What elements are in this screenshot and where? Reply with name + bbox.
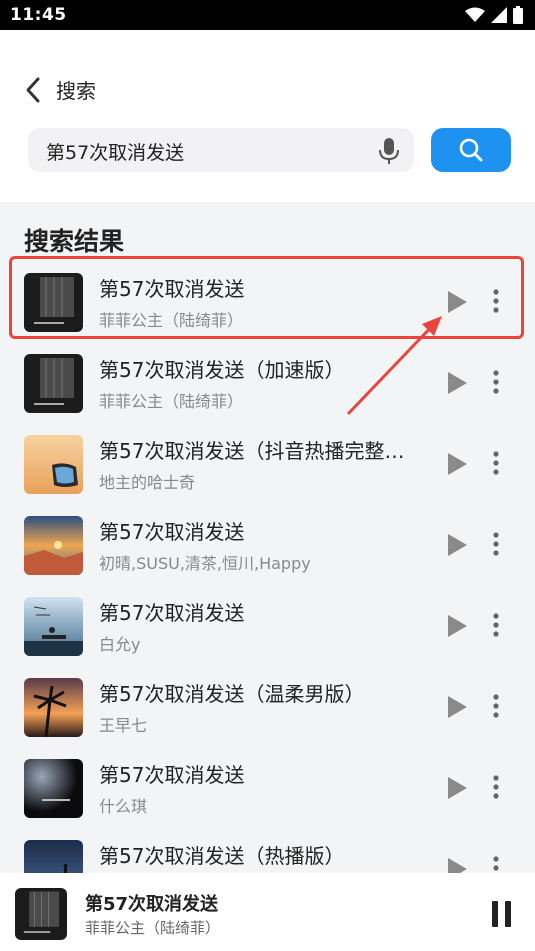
play-icon [448, 777, 467, 799]
song-row[interactable]: 第57次取消发送 初晴,SUSU,清茶,恒川,Happy [0, 509, 535, 590]
play-icon [448, 696, 467, 718]
more-vertical-icon [493, 451, 499, 475]
song-artist: 什么琪 [99, 797, 148, 816]
song-title: 第57次取消发送（抖音热播完整… [99, 439, 405, 463]
status-icons [465, 6, 523, 24]
back-button[interactable] [22, 75, 46, 105]
pause-icon [505, 901, 511, 927]
play-button[interactable] [445, 694, 469, 720]
more-vertical-icon [493, 613, 499, 637]
more-button[interactable] [487, 367, 505, 397]
song-artist: 初晴,SUSU,清茶,恒川,Happy [99, 554, 311, 573]
more-vertical-icon [493, 532, 499, 556]
song-title: 第57次取消发送 [99, 520, 245, 544]
search-button[interactable] [431, 128, 511, 172]
song-title: 第57次取消发送（加速版） [99, 358, 345, 382]
back-arrow-icon [26, 77, 40, 103]
song-artist: 菲菲公主（陆绮菲） [99, 311, 244, 330]
more-button[interactable] [487, 610, 505, 640]
song-row[interactable]: 第57次取消发送（抖音热播完整… 地主的哈士奇 [0, 428, 535, 509]
play-button[interactable] [445, 613, 469, 639]
results-title: 搜索结果 [24, 227, 125, 256]
play-button[interactable] [445, 370, 469, 396]
song-title: 第57次取消发送 [99, 601, 245, 625]
more-button[interactable] [487, 448, 505, 478]
cover-bench-sky [24, 597, 83, 656]
song-artist: 王早七 [99, 716, 148, 735]
play-icon [448, 372, 467, 394]
more-button[interactable] [487, 853, 505, 873]
play-icon [448, 453, 467, 475]
song-artist: 白允y [99, 635, 141, 654]
cover-dark-light [24, 759, 83, 818]
play-button[interactable] [445, 289, 469, 315]
status-time: 11:45 [10, 5, 67, 25]
song-title: 第57次取消发送（温柔男版） [99, 682, 365, 706]
song-title: 第57次取消发送 [99, 277, 245, 301]
pause-button[interactable] [492, 901, 512, 927]
search-icon [459, 138, 483, 162]
mic-icon [379, 138, 399, 164]
cover-palm-sunset [24, 678, 83, 737]
more-button[interactable] [487, 529, 505, 559]
search-input[interactable]: 第57次取消发送 [28, 128, 414, 172]
voice-search-button[interactable] [378, 137, 400, 165]
song-row[interactable]: 第57次取消发送 菲菲公主（陆绮菲） [0, 266, 535, 347]
top-area: 搜索 第57次取消发送 [0, 30, 535, 202]
song-row[interactable]: 第57次取消发送（热播版） [0, 833, 535, 873]
more-button[interactable] [487, 772, 505, 802]
song-artist: 地主的哈士奇 [99, 473, 196, 492]
player-cover [15, 888, 67, 940]
play-icon [448, 615, 467, 637]
player-title: 第57次取消发送 [85, 894, 219, 915]
wifi-icon [465, 7, 485, 22]
more-button[interactable] [487, 286, 505, 316]
cover-sea-sunset [24, 516, 83, 575]
more-vertical-icon [493, 694, 499, 718]
song-row[interactable]: 第57次取消发送（温柔男版） 王早七 [0, 671, 535, 752]
play-icon [448, 534, 467, 556]
song-title: 第57次取消发送（热播版） [99, 844, 345, 868]
play-button[interactable] [445, 451, 469, 477]
battery-icon [513, 6, 523, 24]
play-button[interactable] [445, 775, 469, 801]
more-button[interactable] [487, 691, 505, 721]
mini-player[interactable]: 第57次取消发送 菲菲公主（陆绮菲） [0, 873, 535, 951]
search-results: 搜索结果 第57次取消发送 菲菲公主（陆绮菲） 第57次取消发送（加速版） 菲菲… [0, 202, 535, 873]
more-vertical-icon [493, 289, 499, 313]
page-title: 搜索 [56, 79, 96, 103]
play-icon [448, 291, 467, 313]
play-icon [448, 858, 467, 873]
cover-dark-window [24, 354, 83, 413]
cover-sunset-mirror [24, 435, 83, 494]
song-row[interactable]: 第57次取消发送（加速版） 菲菲公主（陆绮菲） [0, 347, 535, 428]
player-artist: 菲菲公主（陆绮菲） [85, 919, 221, 937]
song-row[interactable]: 第57次取消发送 白允y [0, 590, 535, 671]
signal-icon [491, 7, 507, 23]
pause-icon [492, 901, 498, 927]
song-title: 第57次取消发送 [99, 763, 245, 787]
status-bar: 11:45 [0, 0, 535, 30]
cover-night-figure [24, 840, 83, 873]
song-artist: 菲菲公主（陆绮菲） [99, 392, 244, 411]
song-row[interactable]: 第57次取消发送 什么琪 [0, 752, 535, 833]
play-button[interactable] [445, 856, 469, 873]
more-vertical-icon [493, 856, 499, 871]
search-query-text: 第57次取消发送 [46, 142, 185, 164]
play-button[interactable] [445, 532, 469, 558]
more-vertical-icon [493, 370, 499, 394]
more-vertical-icon [493, 775, 499, 799]
cover-dark-window [24, 273, 83, 332]
